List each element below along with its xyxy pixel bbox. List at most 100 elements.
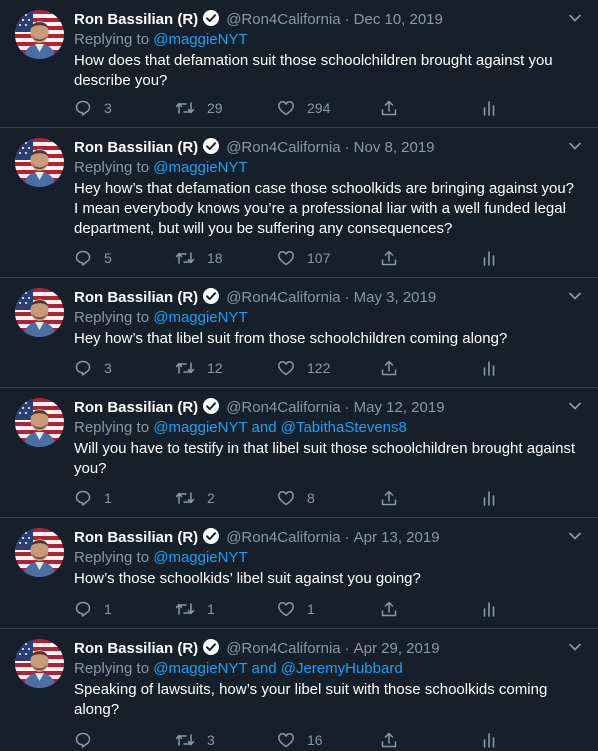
like-button[interactable]: 107 (277, 248, 330, 268)
author-name[interactable]: Ron Bassilian (R) (74, 11, 198, 28)
author-name[interactable]: Ron Bassilian (R) (74, 640, 198, 657)
replying-to-link[interactable]: @maggieNYT (153, 31, 247, 48)
share-button[interactable] (380, 248, 398, 268)
author-name[interactable]: Ron Bassilian (R) (74, 139, 198, 156)
analytics-button[interactable] (480, 248, 498, 268)
like-count: 16 (307, 732, 323, 748)
reply-count: 3 (104, 360, 112, 376)
replying-to: Replying to @maggieNYT (74, 30, 248, 50)
author-handle[interactable]: @Ron4California (226, 399, 340, 416)
retweet-count: 3 (207, 732, 215, 748)
author-handle[interactable]: @Ron4California (226, 640, 340, 657)
analytics-icon (480, 249, 498, 267)
tweet-actions: 5 18 107 (74, 248, 574, 268)
replying-to-label: Replying to (74, 549, 150, 566)
retweet-count: 1 (207, 601, 215, 617)
tweet[interactable]: Ron Bassilian (R) @Ron4California · May 3, … (0, 278, 598, 388)
chevron-down-icon[interactable] (568, 399, 582, 418)
avatar[interactable] (15, 528, 64, 577)
author-handle[interactable]: @Ron4California (226, 11, 340, 28)
replying-to-link[interactable]: @maggieNYT and @TabithaStevens8 (153, 419, 407, 436)
tweet-date[interactable]: Apr 13, 2019 (354, 529, 440, 546)
like-button[interactable]: 294 (277, 98, 330, 118)
chevron-down-icon[interactable] (568, 139, 582, 158)
analytics-button[interactable] (480, 358, 498, 378)
retweet-button[interactable]: 29 (175, 98, 223, 118)
chevron-down-icon[interactable] (568, 640, 582, 659)
chevron-down-icon[interactable] (568, 289, 582, 308)
tweet[interactable]: Ron Bassilian (R) @Ron4California · Apr 29,… (0, 629, 598, 751)
author-handle[interactable]: @Ron4California (226, 289, 340, 306)
analytics-button[interactable] (480, 98, 498, 118)
tweet-date[interactable]: May 3, 2019 (354, 289, 437, 306)
separator-dot: · (344, 139, 350, 156)
retweet-button[interactable]: 18 (175, 248, 223, 268)
retweet-button[interactable]: 3 (175, 730, 215, 750)
author-handle[interactable]: @Ron4California (226, 529, 340, 546)
share-button[interactable] (380, 358, 398, 378)
replying-to: Replying to @maggieNYT and @TabithaSteve… (74, 418, 407, 438)
replying-to: Replying to @maggieNYT (74, 308, 248, 328)
share-icon (380, 489, 398, 507)
replying-to-label: Replying to (74, 309, 150, 326)
retweet-button[interactable]: 12 (175, 358, 223, 378)
avatar[interactable] (15, 10, 64, 59)
like-button[interactable]: 8 (277, 488, 315, 508)
replying-to-link[interactable]: @maggieNYT (153, 159, 247, 176)
tweet-text: Will you have to testify in that libel s… (74, 440, 576, 477)
retweet-count: 12 (207, 360, 223, 376)
reply-button[interactable]: 1 (74, 488, 112, 508)
analytics-icon (480, 489, 498, 507)
share-button[interactable] (380, 98, 398, 118)
reply-icon (74, 489, 92, 507)
reply-icon (74, 359, 92, 377)
like-button[interactable]: 122 (277, 358, 330, 378)
share-button[interactable] (380, 488, 398, 508)
tweet-text: How’s those schoolkids’ libel suit again… (74, 570, 421, 587)
tweet-actions: 3 29 294 (74, 98, 574, 118)
tweet-date[interactable]: Dec 10, 2019 (354, 11, 443, 28)
reply-button[interactable]: 3 (74, 358, 112, 378)
analytics-button[interactable] (480, 488, 498, 508)
author-name[interactable]: Ron Bassilian (R) (74, 289, 198, 306)
reply-button[interactable]: 5 (74, 248, 112, 268)
analytics-button[interactable] (480, 730, 498, 750)
chevron-down-icon[interactable] (568, 529, 582, 548)
reply-button[interactable] (74, 730, 104, 750)
tweet[interactable]: Ron Bassilian (R) @Ron4California · Apr 13,… (0, 518, 598, 629)
like-button[interactable]: 16 (277, 730, 323, 750)
tweet[interactable]: Ron Bassilian (R) @Ron4California · May 12,… (0, 388, 598, 518)
replying-to-link[interactable]: @maggieNYT (153, 549, 247, 566)
replying-to-label: Replying to (74, 31, 150, 48)
like-button[interactable]: 1 (277, 599, 315, 619)
replying-to: Replying to @maggieNYT (74, 548, 248, 568)
analytics-icon (480, 731, 498, 749)
tweet[interactable]: Ron Bassilian (R) @Ron4California · Nov 8, … (0, 128, 598, 278)
avatar[interactable] (15, 639, 64, 688)
avatar[interactable] (15, 138, 64, 187)
like-count: 107 (307, 250, 331, 266)
tweet[interactable]: Ron Bassilian (R) @Ron4California · Dec 10,… (0, 0, 598, 128)
reply-button[interactable]: 3 (74, 98, 112, 118)
share-button[interactable] (380, 599, 398, 619)
replying-to: Replying to @maggieNYT and @JeremyHubbar… (74, 659, 403, 679)
retweet-button[interactable]: 2 (175, 488, 215, 508)
tweet-date[interactable]: Nov 8, 2019 (354, 139, 435, 156)
retweet-button[interactable]: 1 (175, 599, 215, 619)
analytics-button[interactable] (480, 599, 498, 619)
reply-button[interactable]: 1 (74, 599, 112, 619)
avatar[interactable] (15, 288, 64, 337)
replying-to-link[interactable]: @maggieNYT and @JeremyHubbard (153, 660, 402, 677)
like-count: 1 (307, 601, 315, 617)
chevron-down-icon[interactable] (568, 11, 582, 30)
avatar[interactable] (15, 398, 64, 447)
author-name[interactable]: Ron Bassilian (R) (74, 529, 198, 546)
author-name[interactable]: Ron Bassilian (R) (74, 399, 198, 416)
author-handle[interactable]: @Ron4California (226, 139, 340, 156)
share-button[interactable] (380, 730, 398, 750)
tweet-text: Hey how’s that defamation case those sch… (74, 180, 575, 237)
tweet-date[interactable]: Apr 29, 2019 (354, 640, 440, 657)
separator-dot: · (344, 11, 350, 28)
tweet-date[interactable]: May 12, 2019 (354, 399, 445, 416)
replying-to-link[interactable]: @maggieNYT (153, 309, 247, 326)
